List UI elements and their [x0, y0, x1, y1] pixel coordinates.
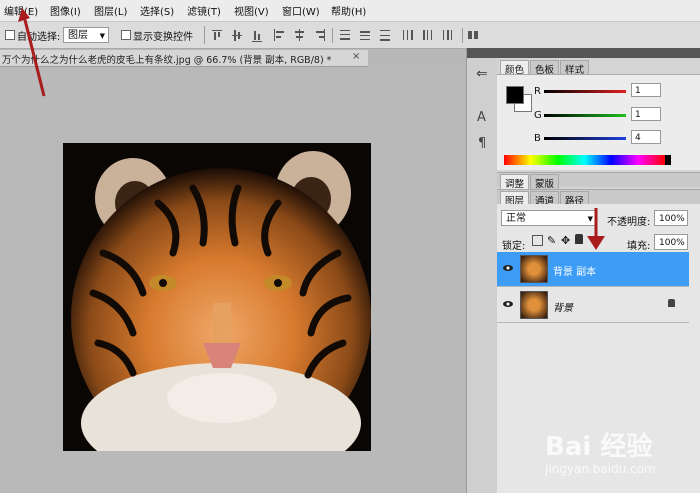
menu-image[interactable]: 图像(I)	[50, 3, 81, 18]
document-title: 万个为什么之为什么老虎的皮毛上有条纹.jpg @ 66.7% (背景 副本, R…	[2, 55, 332, 66]
lock-all-icon[interactable]	[575, 234, 583, 244]
r-slider[interactable]	[544, 90, 626, 93]
paragraph-icon[interactable]: ¶	[478, 136, 486, 151]
layers-panel-tabbar: 图层 通道 路径	[497, 189, 700, 208]
close-icon[interactable]: ×	[352, 51, 360, 62]
panels-header	[497, 48, 700, 58]
menu-select[interactable]: 选择(S)	[140, 3, 174, 18]
history-icon[interactable]: ⇐	[476, 66, 488, 82]
show-transform-checkbox[interactable]	[121, 30, 131, 40]
layer-row-background[interactable]: 背景	[497, 288, 689, 323]
chevron-down-icon: ▼	[99, 32, 105, 40]
distribute-left-icon	[403, 30, 413, 40]
menu-help[interactable]: 帮助(H)	[331, 3, 366, 18]
layer-thumbnail	[520, 291, 548, 319]
layer-name[interactable]: 背景	[553, 299, 573, 314]
distribute-hcenter-icon	[423, 30, 432, 40]
layer-row-copy[interactable]: 背景 副本	[497, 252, 689, 287]
align-top-icon	[212, 30, 222, 40]
distribute-vcenter-icon	[360, 31, 370, 40]
lock-label: 锁定:	[502, 241, 526, 252]
adjust-panel-tabbar: 调整 蒙版	[497, 172, 700, 191]
auto-select-checkbox[interactable]	[5, 30, 15, 40]
b-value-input[interactable]: 4	[631, 130, 661, 144]
align-bottom-icon	[252, 31, 262, 42]
spectrum-black[interactable]	[665, 155, 671, 165]
auto-select-dropdown[interactable]: 图层 ▼	[63, 27, 109, 43]
align-left-icon	[274, 29, 284, 41]
annotation-arrow-layer	[587, 208, 605, 250]
distribute-bottom-icon	[380, 30, 390, 41]
layer-thumbnail	[520, 255, 548, 283]
strip-header	[467, 48, 497, 58]
tiger-image	[63, 143, 371, 451]
lock-icon	[668, 299, 675, 307]
panel-icon-strip: ⇐ A ¶	[466, 48, 497, 493]
b-slider[interactable]	[544, 137, 626, 140]
menu-view[interactable]: 视图(V)	[234, 3, 269, 18]
lock-brush-icon[interactable]: ✎	[547, 234, 556, 247]
foreground-swatch-top	[506, 86, 524, 104]
divider	[204, 26, 205, 44]
align-tools	[212, 28, 478, 43]
g-slider[interactable]	[544, 114, 626, 117]
r-value-input[interactable]: 1	[631, 83, 661, 97]
show-transform-label: 显示变换控件	[133, 32, 193, 43]
lock-transparent-icon[interactable]	[532, 235, 543, 246]
character-icon[interactable]: A	[477, 110, 486, 125]
blend-mode-value: 正常	[506, 213, 526, 224]
align-right-icon	[316, 29, 325, 41]
menu-window[interactable]: 窗口(W)	[282, 3, 320, 18]
fill-label: 填充:	[627, 241, 651, 252]
watermark-url: jingyan.baidu.com	[545, 462, 656, 476]
r-label: R	[534, 86, 541, 97]
opacity-input[interactable]: 100%	[654, 210, 688, 226]
auto-select-value: 图层	[68, 30, 88, 41]
auto-align-icon	[468, 31, 478, 39]
fill-input[interactable]: 100%	[654, 234, 688, 250]
annotation-arrow-menu	[18, 8, 46, 97]
menu-bar: 编辑(E) 图像(I) 图层(L) 选择(S) 滤镜(T) 视图(V) 窗口(W…	[0, 0, 700, 22]
g-label: G	[534, 110, 542, 121]
eye-icon[interactable]	[503, 264, 513, 272]
distribute-top-icon	[340, 30, 350, 40]
align-vcenter-icon	[232, 30, 242, 41]
menu-layer[interactable]: 图层(L)	[94, 3, 127, 18]
document-tab[interactable]: 万个为什么之为什么老虎的皮毛上有条纹.jpg @ 66.7% (背景 副本, R…	[0, 50, 368, 67]
menu-filter[interactable]: 滤镜(T)	[187, 3, 221, 18]
blend-mode-dropdown[interactable]: 正常 ▼	[501, 210, 597, 226]
color-panel: R 1 G 1 B 4	[497, 74, 700, 170]
watermark-brand: Bai 经验	[545, 432, 653, 462]
align-hcenter-icon	[295, 29, 304, 41]
watermark: Bai 经验 jingyan.baidu.com	[535, 420, 695, 482]
lock-move-icon[interactable]: ✥	[561, 234, 570, 247]
layer-name[interactable]: 背景 副本	[553, 263, 596, 278]
g-value-input[interactable]: 1	[631, 107, 661, 121]
color-spectrum[interactable]	[504, 155, 665, 165]
distribute-right-icon	[443, 30, 452, 40]
eye-icon[interactable]	[503, 300, 513, 308]
opacity-label: 不透明度:	[607, 217, 651, 228]
b-label: B	[534, 133, 541, 144]
